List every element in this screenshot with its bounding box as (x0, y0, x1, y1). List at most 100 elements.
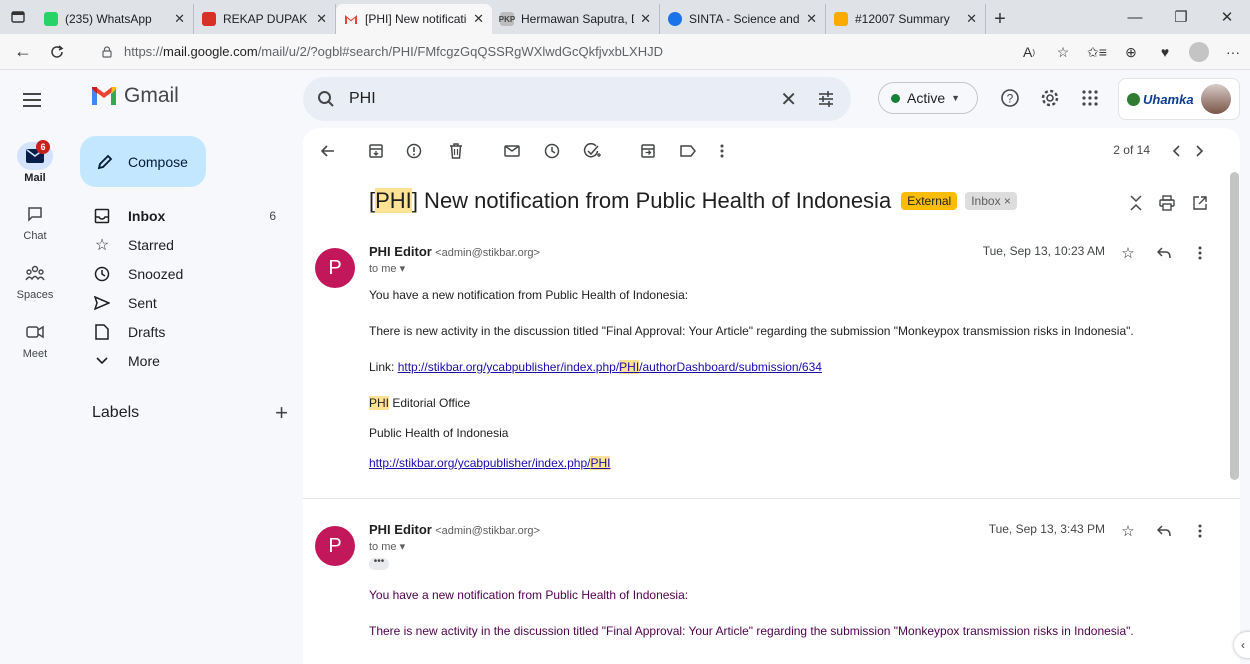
reload-icon[interactable] (40, 37, 74, 67)
tab-close-icon[interactable]: ✕ (640, 11, 651, 27)
editorial-office-line: PHI Editorial Office (369, 396, 471, 410)
settings-gear-icon[interactable] (1037, 85, 1063, 111)
star-message-icon[interactable]: ☆ (1117, 520, 1139, 542)
search-icon[interactable] (317, 90, 335, 108)
browser-essentials-heart-icon[interactable]: ♥ (1148, 37, 1182, 67)
apps-grid-icon[interactable] (1077, 85, 1103, 111)
tab-close-icon[interactable]: ✕ (174, 11, 185, 27)
open-new-window-icon[interactable] (1189, 192, 1211, 214)
browser-tab-hermawan[interactable]: PKP Hermawan Saputra, D ✕ (492, 4, 660, 34)
tab-close-icon[interactable]: ✕ (966, 11, 977, 27)
browser-tab-summary[interactable]: #12007 Summary ✕ (826, 4, 986, 34)
delete-trash-icon[interactable] (445, 140, 467, 162)
external-label-chip[interactable]: External (901, 192, 958, 210)
rail-spaces[interactable]: Spaces (0, 259, 70, 301)
gmail-header: Gmail ✕ Active ▼ ? Uhamka (0, 70, 1250, 128)
search-input[interactable] (349, 90, 729, 108)
new-tab-plus-icon[interactable]: + (986, 4, 1014, 34)
sender-line: PHI Editor <admin@stikbar.org> (369, 522, 540, 537)
more-options-vertical-icon[interactable] (711, 140, 733, 162)
rail-mail[interactable]: 6 Mail (0, 140, 70, 184)
address-bar: ← https://mail.google.com/mail/u/2/?ogbl… (0, 34, 1250, 70)
organization-logo: Uhamka (1127, 92, 1194, 107)
recipient-dropdown[interactable]: to me ▾ (369, 540, 405, 553)
older-chevron-right-icon[interactable] (1189, 140, 1211, 162)
profile-icon[interactable] (1182, 37, 1216, 67)
message-divider (303, 498, 1240, 499)
gmail-logo[interactable]: Gmail (90, 84, 179, 108)
rail-chat[interactable]: Chat (0, 200, 70, 242)
rail-meet[interactable]: Meet (0, 318, 70, 360)
browser-tab-sinta[interactable]: SINTA - Science and Te ✕ (660, 4, 826, 34)
nav-item-drafts[interactable]: Drafts (70, 317, 290, 346)
search-options-tune-icon[interactable] (817, 90, 835, 108)
message-more-vertical-icon[interactable] (1189, 520, 1211, 542)
account-switcher[interactable]: Uhamka (1118, 78, 1240, 120)
browser-tab-rekap[interactable]: REKAP DUPAK BIDANG ✕ (194, 4, 336, 34)
unread-count: 6 (269, 208, 276, 223)
reply-arrow-icon[interactable] (1153, 520, 1175, 542)
journal-link[interactable]: http://stikbar.org/ycabpublisher/index.p… (369, 456, 611, 470)
nav-item-sent[interactable]: Sent (70, 288, 290, 317)
mark-unread-envelope-icon[interactable] (501, 140, 523, 162)
archive-icon[interactable] (365, 140, 387, 162)
nav-item-more[interactable]: More (70, 346, 290, 375)
compose-button[interactable]: Compose (80, 136, 206, 187)
print-icon[interactable] (1156, 192, 1178, 214)
nav-item-snoozed[interactable]: Snoozed (70, 259, 290, 288)
collections-icon[interactable]: ⊕ (1114, 37, 1148, 67)
move-to-icon[interactable] (637, 140, 659, 162)
main-menu-icon[interactable] (12, 80, 52, 120)
sender-name[interactable]: PHI Editor (369, 522, 432, 537)
submission-link[interactable]: http://stikbar.org/ycabpublisher/index.p… (398, 360, 822, 374)
sender-avatar[interactable]: P (315, 526, 355, 566)
help-icon[interactable]: ? (997, 85, 1023, 111)
more-menu-icon[interactable]: ··· (1216, 37, 1250, 67)
mail-icon: 6 (17, 140, 53, 170)
tab-title: SINTA - Science and Te (689, 12, 800, 26)
snooze-clock-icon[interactable] (541, 140, 563, 162)
back-arrow-icon[interactable]: ← (6, 37, 40, 67)
rail-label: Chat (23, 230, 47, 242)
report-spam-icon[interactable] (403, 140, 425, 162)
newer-chevron-left-icon[interactable] (1165, 140, 1187, 162)
lock-icon[interactable] (100, 45, 114, 59)
add-to-tasks-icon[interactable] (581, 140, 603, 162)
tab-close-icon[interactable]: ✕ (806, 11, 817, 27)
nav-item-starred[interactable]: ☆ Starred (70, 230, 290, 259)
recipient-dropdown[interactable]: to me ▾ (369, 262, 405, 275)
star-message-icon[interactable]: ☆ (1117, 242, 1139, 264)
clear-search-icon[interactable]: ✕ (780, 87, 797, 112)
status-active-dropdown[interactable]: Active ▼ (878, 82, 978, 114)
window-close-icon[interactable]: ✕ (1204, 0, 1250, 34)
collapse-all-icon[interactable] (1125, 192, 1147, 214)
url-field[interactable]: https://mail.google.com/mail/u/2/?ogbl#s… (100, 38, 1028, 66)
browser-tab-whatsapp[interactable]: (235) WhatsApp ✕ (36, 4, 194, 34)
tab-actions-menu-icon[interactable] (0, 0, 36, 34)
message-more-vertical-icon[interactable] (1189, 242, 1211, 264)
minimize-icon[interactable]: — (1112, 0, 1158, 34)
show-trimmed-content-button[interactable]: ••• (369, 557, 389, 570)
user-avatar[interactable] (1201, 84, 1231, 114)
favorite-add-icon[interactable]: ☆ (1046, 37, 1080, 67)
journal-name-line: Public Health of Indonesia (369, 426, 509, 440)
read-aloud-icon[interactable]: A) (1012, 37, 1046, 67)
tab-close-icon[interactable]: ✕ (473, 11, 484, 27)
sender-avatar[interactable]: P (315, 248, 355, 288)
favorites-bar-icon[interactable]: ✩≡ (1080, 37, 1114, 67)
scrollbar[interactable] (1228, 172, 1240, 664)
label-tag-icon[interactable] (677, 140, 699, 162)
restore-icon[interactable]: ❐ (1158, 0, 1204, 34)
nav-label: Drafts (128, 323, 166, 340)
scrollbar-thumb[interactable] (1230, 172, 1239, 480)
sender-name[interactable]: PHI Editor (369, 244, 432, 259)
inbox-label-chip[interactable]: Inbox × (965, 192, 1017, 210)
create-label-plus-icon[interactable]: + (275, 400, 288, 426)
inbox-icon (92, 208, 112, 224)
nav-item-inbox[interactable]: Inbox 6 (70, 201, 290, 230)
tab-close-icon[interactable]: ✕ (316, 11, 327, 27)
browser-tab-phi-notification[interactable]: [PHI] New notification ✕ (336, 4, 492, 34)
reply-arrow-icon[interactable] (1153, 242, 1175, 264)
email-subject: [PHI] New notification from Public Healt… (369, 188, 1017, 214)
back-to-search-arrow-icon[interactable] (317, 140, 339, 162)
